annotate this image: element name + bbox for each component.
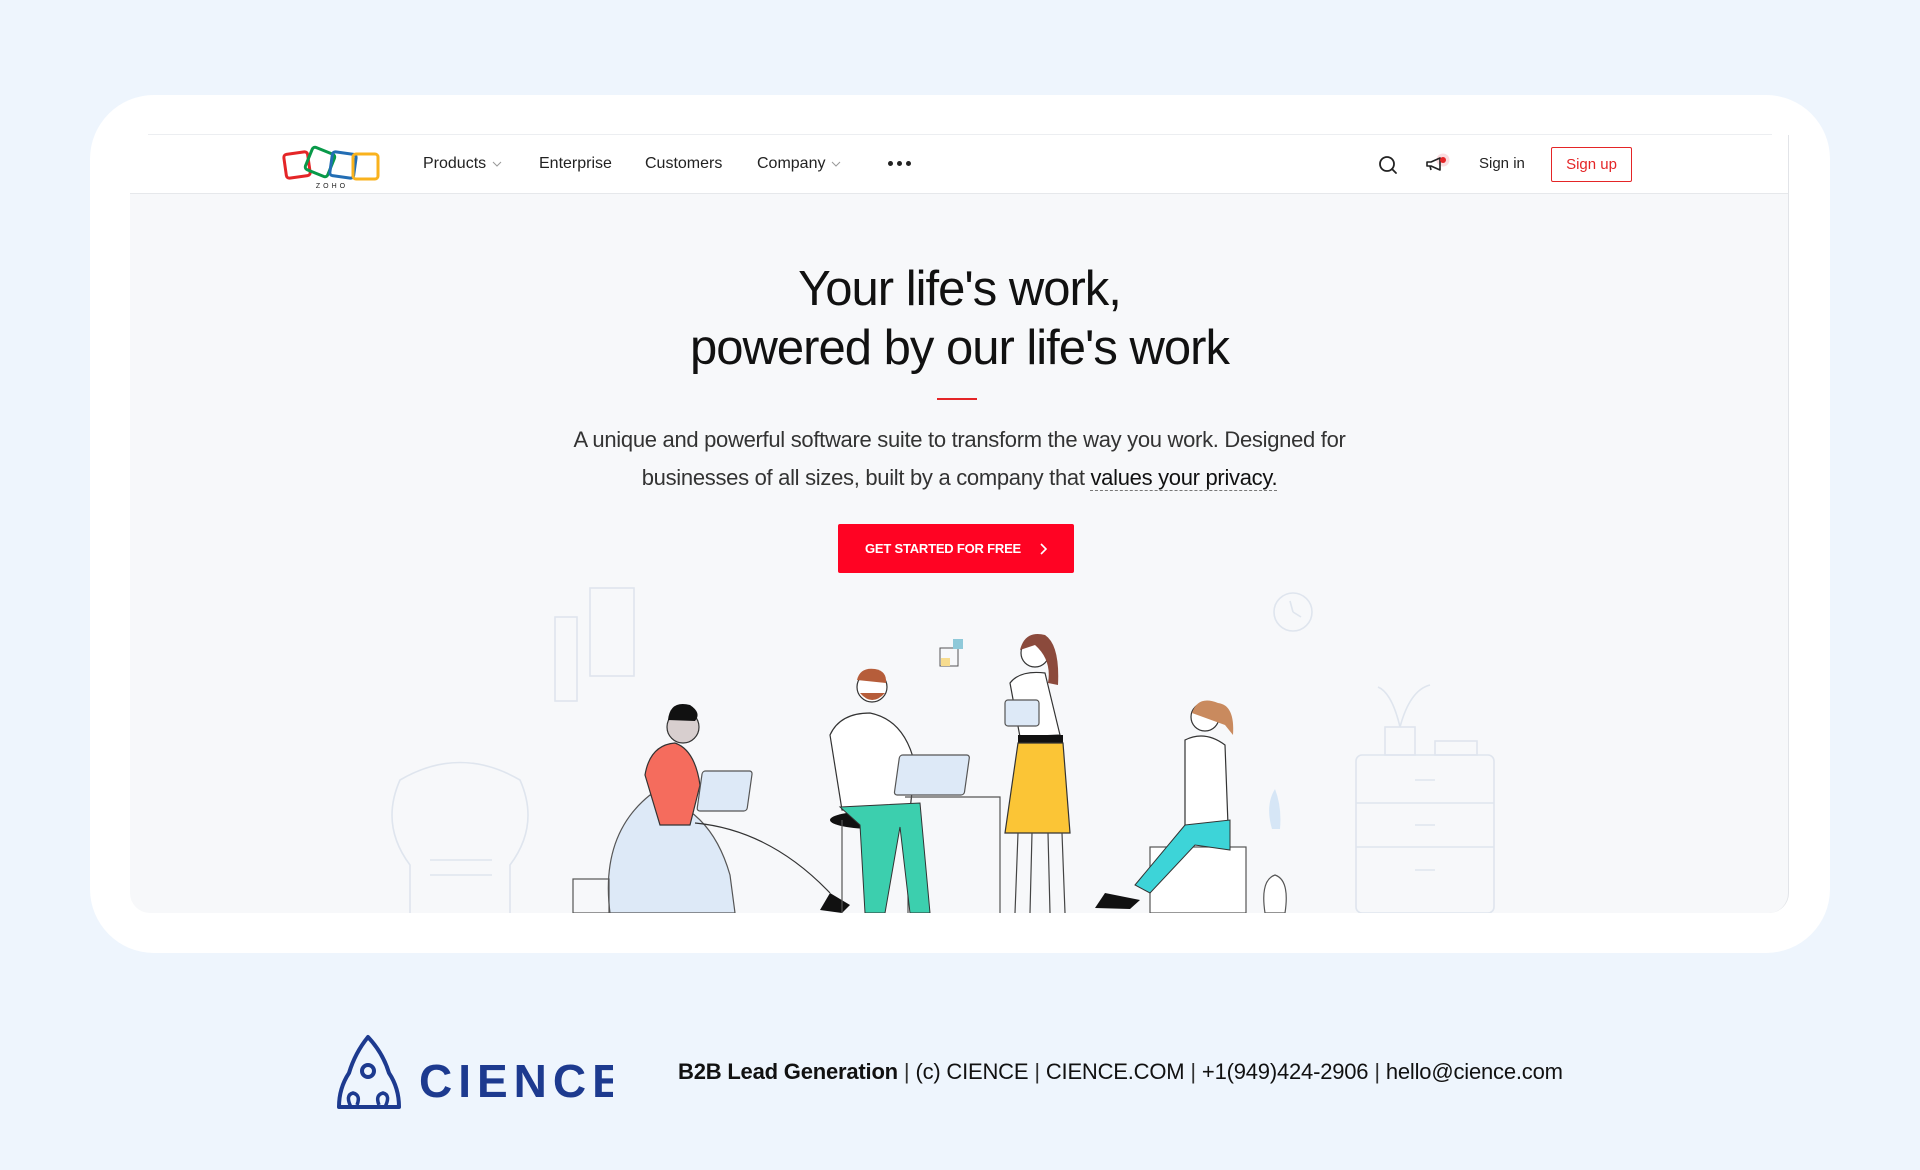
svg-text:CIENCE: CIENCE bbox=[419, 1055, 613, 1107]
footer-email[interactable]: hello@cience.com bbox=[1386, 1059, 1563, 1084]
footer-website[interactable]: CIENCE.COM bbox=[1046, 1059, 1185, 1084]
footer-copyright: (c) CIENCE bbox=[915, 1059, 1029, 1084]
separator: | bbox=[1034, 1059, 1040, 1084]
zoho-homepage: ZOHO Products Enterprise Customers Compa… bbox=[130, 135, 1789, 913]
wall-frame-tall bbox=[589, 587, 635, 677]
nav-customers-label: Customers bbox=[645, 155, 723, 172]
person-stool bbox=[829, 639, 1001, 913]
hero-subtitle-line-2: businesses of all sizes, built by a comp… bbox=[130, 459, 1788, 497]
separator: | bbox=[1374, 1059, 1380, 1084]
get-started-label: GET STARTED FOR FREE bbox=[864, 541, 1022, 556]
hero-subtitle: A unique and powerful software suite to … bbox=[130, 421, 1788, 497]
hair bbox=[668, 704, 698, 721]
megaphone-icon[interactable] bbox=[1424, 152, 1454, 178]
person-standing bbox=[1004, 634, 1071, 913]
chevron-right-icon bbox=[1040, 542, 1048, 555]
nav-products[interactable]: Products bbox=[423, 155, 502, 173]
cience-logo: CIENCE bbox=[337, 1035, 613, 1109]
chevron-down-icon bbox=[492, 161, 502, 167]
background-furniture bbox=[391, 587, 1495, 913]
person-beanbag bbox=[572, 704, 850, 913]
separator: | bbox=[1190, 1059, 1196, 1084]
skirt bbox=[1004, 742, 1071, 834]
separator: | bbox=[903, 1059, 910, 1084]
hero-title-line-1: Your life's work, bbox=[798, 262, 1122, 316]
footer-phone[interactable]: +1(949)424-2906 bbox=[1202, 1059, 1369, 1084]
nav-enterprise[interactable]: Enterprise bbox=[539, 155, 612, 173]
dresser bbox=[1355, 754, 1495, 913]
get-started-button[interactable]: GET STARTED FOR FREE bbox=[838, 524, 1074, 573]
person-sitting bbox=[1095, 700, 1287, 913]
hero-subtitle-line-2-text: businesses of all sizes, built by a comp… bbox=[641, 465, 1091, 490]
footer-contact-line: B2B Lead Generation | (c) CIENCE | CIENCE.CO… bbox=[678, 1059, 1563, 1085]
books bbox=[1434, 740, 1478, 756]
nav-customers[interactable]: Customers bbox=[645, 155, 722, 173]
armchair bbox=[391, 761, 529, 913]
sign-up-button[interactable]: Sign up bbox=[1551, 147, 1632, 182]
trousers bbox=[838, 802, 931, 913]
more-menu-button[interactable] bbox=[888, 161, 911, 166]
hero-title-line-2: powered by our life's work bbox=[690, 321, 1230, 375]
nav-company[interactable]: Company bbox=[757, 155, 841, 173]
nav-company-label: Company bbox=[757, 155, 826, 172]
title-underline-accent bbox=[937, 398, 977, 400]
plant-pot bbox=[1384, 726, 1416, 756]
laptop bbox=[893, 754, 970, 796]
hero-title: Your life's work, powered by our life's … bbox=[130, 260, 1788, 378]
nav-products-label: Products bbox=[423, 155, 487, 172]
svg-text:ZOHO: ZOHO bbox=[316, 183, 348, 190]
sign-in-link[interactable]: Sign in bbox=[1479, 155, 1525, 172]
wall-frame-small bbox=[554, 616, 578, 702]
belt bbox=[1018, 735, 1063, 743]
privacy-link[interactable]: values your privacy. bbox=[1090, 465, 1278, 491]
top-navigation: ZOHO Products Enterprise Customers Compa… bbox=[130, 135, 1788, 194]
ellipsis-dot bbox=[906, 161, 911, 166]
notification-dot bbox=[1440, 157, 1446, 163]
laptop bbox=[696, 770, 753, 812]
tablet bbox=[1004, 699, 1040, 727]
zoho-logo[interactable]: ZOHO bbox=[282, 145, 382, 191]
nav-enterprise-label: Enterprise bbox=[539, 155, 612, 172]
vase bbox=[1263, 874, 1287, 913]
ellipsis-dot bbox=[897, 161, 902, 166]
bag bbox=[572, 878, 610, 913]
footer-tagline: B2B Lead Generation bbox=[678, 1059, 898, 1084]
chevron-down-icon bbox=[832, 161, 841, 167]
ellipsis-icon bbox=[888, 161, 893, 166]
top bbox=[1184, 735, 1229, 831]
puzzle-icon bbox=[939, 639, 963, 667]
hero-subtitle-line-1: A unique and powerful software suite to … bbox=[573, 427, 1346, 452]
hero-illustration bbox=[391, 587, 1495, 913]
search-icon[interactable] bbox=[1377, 154, 1399, 176]
